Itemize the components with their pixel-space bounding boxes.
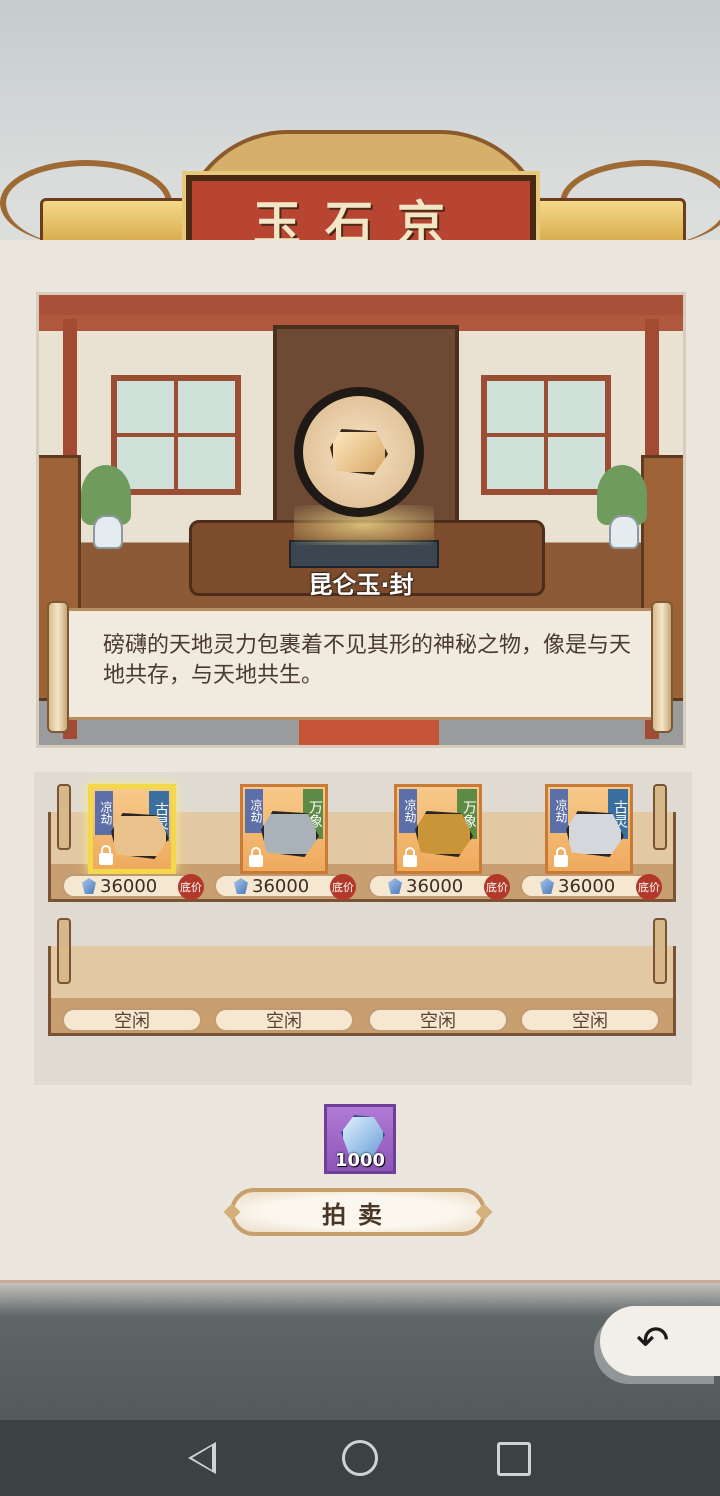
gem-icon bbox=[234, 878, 248, 894]
slot-left-tag: 凉劫 bbox=[550, 789, 568, 833]
shelf-post-left bbox=[57, 918, 71, 984]
empty-slot-3[interactable]: 空闲 bbox=[368, 1008, 508, 1032]
lock-icon bbox=[554, 847, 568, 867]
price-value: 36000 bbox=[406, 875, 464, 897]
shelf-slot-3[interactable]: 凉劫 万象 bbox=[394, 784, 482, 874]
base-price-badge: 底价 bbox=[178, 874, 204, 900]
system-nav-bar bbox=[0, 1420, 720, 1496]
return-arrow-icon: ↶ bbox=[636, 1318, 670, 1364]
jade-stone-icon bbox=[330, 429, 388, 475]
price-value: 36000 bbox=[558, 875, 616, 897]
nav-back-icon[interactable] bbox=[188, 1442, 216, 1474]
slot-left-tag: 凉劫 bbox=[399, 789, 417, 833]
base-price-badge: 底价 bbox=[330, 874, 356, 900]
price-pill-3: 36000 底价 bbox=[368, 874, 510, 900]
shelf-post-right bbox=[653, 784, 667, 850]
empty-slot-4[interactable]: 空闲 bbox=[520, 1008, 660, 1032]
shelf-slot-1[interactable]: 凉劫 古灵 bbox=[88, 784, 176, 874]
auction-cost: 1000 bbox=[324, 1104, 396, 1174]
slot-left-tag: 凉劫 bbox=[245, 789, 263, 833]
slot-left-tag: 凉劫 bbox=[95, 791, 113, 835]
lock-icon bbox=[249, 847, 263, 867]
lock-icon bbox=[99, 845, 113, 865]
vase-left bbox=[93, 515, 123, 549]
auction-button[interactable]: 拍卖 bbox=[230, 1188, 486, 1236]
window-left bbox=[111, 375, 241, 495]
cost-value: 1000 bbox=[334, 1150, 386, 1171]
item-name: 昆仑玉·封 bbox=[308, 571, 414, 599]
price-value: 36000 bbox=[100, 875, 158, 897]
shelf-slot-4[interactable]: 凉劫 古灵 bbox=[545, 784, 633, 874]
price-value: 36000 bbox=[252, 875, 310, 897]
base-price-badge: 底价 bbox=[484, 874, 510, 900]
gem-icon bbox=[540, 878, 554, 894]
nav-recent-icon[interactable] bbox=[497, 1442, 531, 1476]
vase-right bbox=[609, 515, 639, 549]
base-price-badge: 底价 bbox=[636, 874, 662, 900]
gem-icon bbox=[388, 878, 402, 894]
display-mirror bbox=[294, 387, 424, 517]
back-button[interactable]: ↶ bbox=[600, 1306, 720, 1376]
empty-slot-1[interactable]: 空闲 bbox=[62, 1008, 202, 1032]
price-pill-2: 36000 底价 bbox=[214, 874, 356, 900]
window-right bbox=[481, 375, 611, 495]
shelf-post-left bbox=[57, 784, 71, 850]
lock-icon bbox=[403, 847, 417, 867]
description-scroll: 磅礴的天地灵力包裹着不见其形的神秘之物，像是与天地共存，与天地共生。 bbox=[47, 601, 673, 733]
empty-slot-2[interactable]: 空闲 bbox=[214, 1008, 354, 1032]
nav-home-icon[interactable] bbox=[342, 1440, 378, 1476]
display-mirror-face bbox=[303, 396, 415, 508]
shelf-post-right bbox=[653, 918, 667, 984]
item-description: 磅礴的天地灵力包裹着不见其形的神秘之物，像是与天地共存，与天地共生。 bbox=[103, 633, 632, 688]
shelf-slot-2[interactable]: 凉劫 万象 bbox=[240, 784, 328, 874]
price-pill-4: 36000 底价 bbox=[520, 874, 662, 900]
gem-icon bbox=[82, 878, 96, 894]
price-pill-1: 36000 底价 bbox=[62, 874, 204, 900]
